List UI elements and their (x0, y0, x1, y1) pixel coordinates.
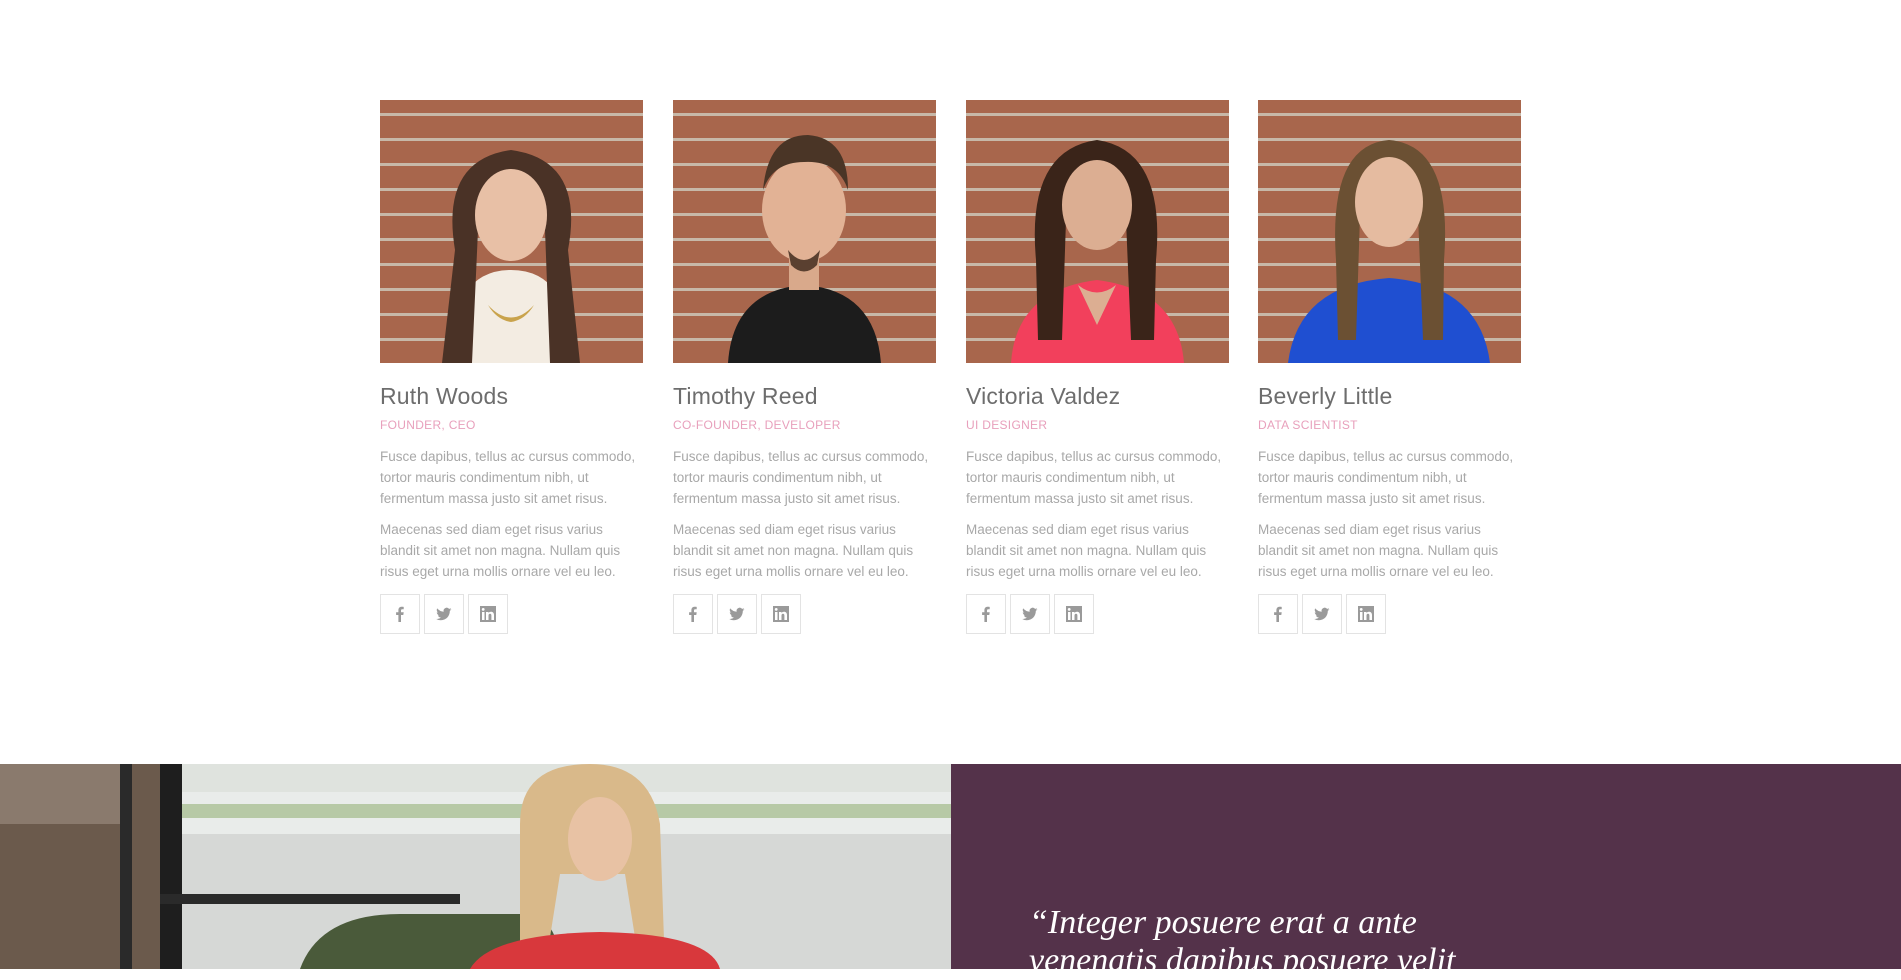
member-name: Timothy Reed (673, 383, 818, 409)
woman-portrait-icon (442, 150, 580, 363)
linkedin-icon (1358, 606, 1374, 622)
twitter-icon (1314, 607, 1330, 621)
member-name: Ruth Woods (380, 383, 509, 409)
social-links (966, 594, 1229, 634)
member-bio-paragraph: Maecenas sed diam eget risus varius blan… (380, 522, 621, 579)
man-portrait-icon (728, 135, 881, 363)
team-card: Victoria Valdez UI DESIGNER Fusce dapibu… (966, 100, 1229, 634)
team-photo (966, 100, 1229, 363)
twitter-button[interactable] (424, 594, 464, 634)
member-bio-paragraph: Fusce dapibus, tellus ac cursus commodo,… (380, 449, 636, 506)
facebook-button[interactable] (380, 594, 420, 634)
member-bio-paragraph: Fusce dapibus, tellus ac cursus commodo,… (966, 449, 1222, 506)
twitter-button[interactable] (1010, 594, 1050, 634)
member-bio-paragraph: Fusce dapibus, tellus ac cursus commodo,… (1258, 449, 1514, 506)
team-card: Ruth Woods FOUNDER, CEO Fusce dapibus, t… (380, 100, 643, 634)
facebook-button[interactable] (673, 594, 713, 634)
testimonial-photo (0, 764, 951, 969)
woman-portrait-icon (1011, 140, 1184, 363)
twitter-button[interactable] (1302, 594, 1342, 634)
social-links (380, 594, 643, 634)
team-section: Ruth Woods FOUNDER, CEO Fusce dapibus, t… (0, 0, 1901, 764)
member-bio-paragraph: Maecenas sed diam eget risus varius blan… (966, 522, 1207, 579)
linkedin-icon (1066, 606, 1082, 622)
member-name: Victoria Valdez (966, 383, 1121, 409)
linkedin-button[interactable] (468, 594, 508, 634)
member-bio: Fusce dapibus, tellus ac cursus commodo,… (380, 446, 643, 582)
team-photo (1258, 100, 1521, 363)
team-photo (380, 100, 643, 363)
woman-portrait-icon (1288, 140, 1490, 363)
linkedin-button[interactable] (1346, 594, 1386, 634)
member-role: CO-FOUNDER, DEVELOPER (673, 418, 841, 432)
social-links (1258, 594, 1521, 634)
member-bio: Fusce dapibus, tellus ac cursus commodo,… (966, 446, 1229, 582)
social-links (673, 594, 936, 634)
facebook-icon (1274, 606, 1282, 622)
facebook-icon (396, 606, 404, 622)
facebook-icon (689, 606, 697, 622)
member-bio-paragraph: Fusce dapibus, tellus ac cursus commodo,… (673, 449, 929, 506)
woman-by-window-image (0, 764, 951, 969)
facebook-icon (982, 606, 990, 622)
testimonial-quote-panel: “Integer posuere erat a ante venenatis d… (951, 764, 1901, 979)
linkedin-icon (480, 606, 496, 622)
twitter-icon (436, 607, 452, 621)
twitter-icon (729, 607, 745, 621)
member-role: FOUNDER, CEO (380, 418, 476, 432)
testimonial-band: “Integer posuere erat a ante venenatis d… (0, 764, 1901, 979)
member-bio-paragraph: Maecenas sed diam eget risus varius blan… (673, 522, 914, 579)
twitter-button[interactable] (717, 594, 757, 634)
member-bio: Fusce dapibus, tellus ac cursus commodo,… (1258, 446, 1521, 582)
member-bio: Fusce dapibus, tellus ac cursus commodo,… (673, 446, 936, 582)
team-card: Timothy Reed CO-FOUNDER, DEVELOPER Fusce… (673, 100, 936, 634)
facebook-button[interactable] (966, 594, 1006, 634)
linkedin-button[interactable] (761, 594, 801, 634)
member-role: DATA SCIENTIST (1258, 418, 1358, 432)
member-bio-paragraph: Maecenas sed diam eget risus varius blan… (1258, 522, 1499, 579)
member-name: Beverly Little (1258, 383, 1393, 409)
linkedin-icon (773, 606, 789, 622)
twitter-icon (1022, 607, 1038, 621)
team-photo (673, 100, 936, 363)
facebook-button[interactable] (1258, 594, 1298, 634)
member-role: UI DESIGNER (966, 418, 1048, 432)
team-card: Beverly Little DATA SCIENTIST Fusce dapi… (1258, 100, 1521, 634)
linkedin-button[interactable] (1054, 594, 1094, 634)
